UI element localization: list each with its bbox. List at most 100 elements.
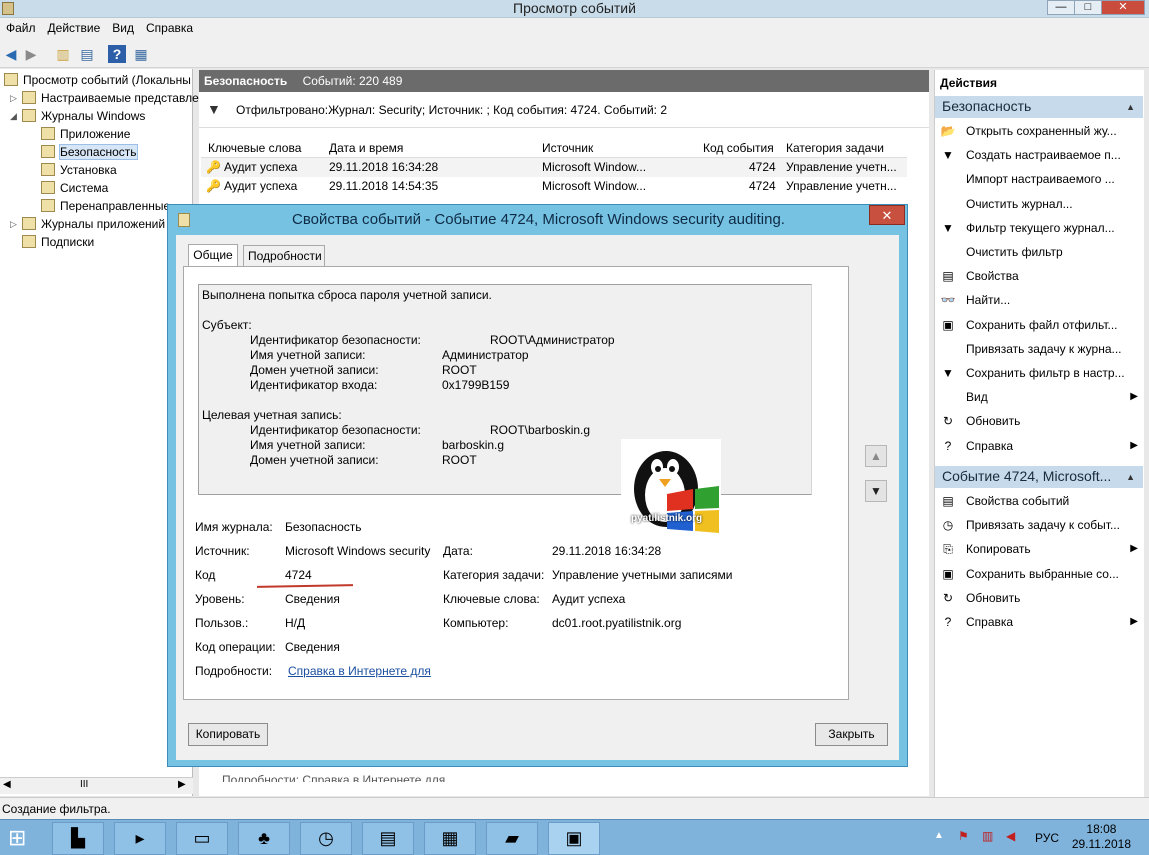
- forward-icon[interactable]: ▶: [22, 45, 40, 63]
- taskbar-books-icon[interactable]: ▰: [486, 822, 538, 855]
- action-item[interactable]: ◷ Привязать задачу к событ...: [940, 513, 1140, 537]
- refresh-icon: ↻: [942, 414, 954, 429]
- tray-language[interactable]: РУС: [1035, 831, 1059, 845]
- back-icon[interactable]: ◀: [2, 45, 20, 63]
- copy-button[interactable]: Копировать: [188, 723, 268, 746]
- menu-view[interactable]: Вид: [106, 18, 140, 38]
- action-item[interactable]: ⎘ Копировать ▶: [940, 537, 1140, 561]
- actions-section-security[interactable]: Безопасность ▲: [935, 96, 1143, 118]
- tree-horizontal-scrollbar[interactable]: ◀ III ▶: [0, 777, 193, 794]
- tray-volume-icon[interactable]: ◀: [1006, 829, 1015, 843]
- action-item[interactable]: ▼ Сохранить фильтр в настр...: [940, 361, 1140, 385]
- maximize-button[interactable]: □: [1074, 0, 1102, 15]
- action-item[interactable]: ↻ Обновить: [940, 586, 1140, 610]
- online-help-link[interactable]: Справка в Интернете для: [288, 664, 431, 678]
- tree-root[interactable]: Просмотр событий (Локальны: [4, 71, 191, 89]
- tray-clock[interactable]: 18:08 29.11.2018: [1072, 822, 1131, 852]
- expand-icon[interactable]: ▷: [10, 215, 17, 233]
- col-source[interactable]: Источник: [542, 141, 593, 155]
- action-label: Создать настраиваемое п...: [966, 148, 1121, 163]
- taskbar-wordpad-icon[interactable]: ▦: [424, 822, 476, 855]
- code-value[interactable]: 4724: [285, 568, 312, 582]
- taskbar-notepad-icon[interactable]: ▤: [362, 822, 414, 855]
- action-item[interactable]: Очистить фильтр: [940, 240, 1140, 264]
- scroll-thumb[interactable]: III: [80, 779, 88, 790]
- menu-help[interactable]: Справка: [140, 18, 199, 38]
- level-label: Уровень:: [195, 592, 245, 606]
- menu-file[interactable]: Файл: [0, 18, 42, 38]
- taskbar-server-manager-icon[interactable]: ▙: [52, 822, 104, 855]
- level-value[interactable]: Сведения: [285, 592, 340, 606]
- show-hide-tree-icon[interactable]: ▤: [78, 45, 96, 63]
- taskbar-powershell-icon[interactable]: ▸: [114, 822, 166, 855]
- taskbar-explorer-icon[interactable]: ▭: [176, 822, 228, 855]
- expand-icon[interactable]: ▷: [10, 89, 17, 107]
- tray-network-icon[interactable]: ▥: [982, 829, 993, 843]
- taskbar-task-scheduler-icon[interactable]: ◷: [300, 822, 352, 855]
- taskbar-event-viewer-icon[interactable]: ▣: [548, 822, 600, 855]
- action-item[interactable]: ▼ Создать настраиваемое п...: [940, 143, 1140, 167]
- start-icon[interactable]: ⊞: [8, 825, 34, 851]
- tree-log-application[interactable]: Приложение: [41, 125, 130, 143]
- help-icon: ?: [944, 438, 952, 453]
- scroll-left-icon[interactable]: ◀: [3, 779, 11, 790]
- table-row[interactable]: 🔑 Аудит успеха 29.11.2018 14:54:35 Micro…: [201, 177, 907, 196]
- action-item[interactable]: Очистить журнал...: [940, 192, 1140, 216]
- action-item[interactable]: ↻ Обновить: [940, 409, 1140, 433]
- action-item[interactable]: Привязать задачу к журна...: [940, 337, 1140, 361]
- close-window-button[interactable]: ✕: [1101, 0, 1145, 15]
- col-keywords[interactable]: Ключевые слова: [208, 141, 301, 155]
- user-value[interactable]: Н/Д: [285, 616, 305, 630]
- collapse-icon[interactable]: ◢: [10, 107, 17, 125]
- keywords-value[interactable]: Аудит успеха: [552, 592, 625, 606]
- action-item[interactable]: ▣ Сохранить файл отфильт...: [940, 313, 1140, 337]
- col-event-code[interactable]: Код события: [703, 141, 774, 155]
- action-item[interactable]: Импорт настраиваемого ...: [940, 167, 1140, 191]
- action-item[interactable]: ▤ Свойства: [940, 264, 1140, 288]
- tree-windows-logs[interactable]: ◢ Журналы Windows: [10, 107, 145, 125]
- category-value[interactable]: Управление учетными записями: [552, 568, 732, 582]
- tree-log-forwarded[interactable]: Перенаправленные: [41, 197, 170, 215]
- tree-log-setup[interactable]: Установка: [41, 161, 117, 179]
- taskbar-network-icon[interactable]: ♣: [238, 822, 290, 855]
- action-item[interactable]: ▣ Сохранить выбранные со...: [940, 562, 1140, 586]
- action-item[interactable]: 📂 Открыть сохраненный жу...: [940, 119, 1140, 143]
- table-row[interactable]: 🔑 Аудит успеха 29.11.2018 16:34:28 Micro…: [201, 158, 907, 177]
- action-item[interactable]: ? Справка ▶: [940, 434, 1140, 458]
- tree-subscriptions[interactable]: Подписки: [22, 233, 94, 251]
- computer-value[interactable]: dc01.root.pyatilistnik.org: [552, 616, 681, 630]
- dialog-close-button[interactable]: ✕: [869, 205, 905, 225]
- tree-log-security[interactable]: Безопасность: [41, 143, 138, 161]
- close-button[interactable]: Закрыть: [815, 723, 888, 746]
- action-item[interactable]: ? Справка ▶: [940, 610, 1140, 634]
- source-value[interactable]: Microsoft Windows security: [285, 544, 430, 558]
- tab-details[interactable]: Подробности: [243, 245, 325, 267]
- tray-flag-icon[interactable]: ⚑: [958, 829, 969, 843]
- tree-log-system[interactable]: Система: [41, 179, 108, 197]
- collapse-icon[interactable]: ▲: [1126, 102, 1135, 112]
- tab-general[interactable]: Общие: [188, 244, 238, 267]
- log-name-value[interactable]: Безопасность: [285, 520, 362, 534]
- action-item[interactable]: 👓 Найти...: [940, 288, 1140, 312]
- actions-section-event[interactable]: Событие 4724, Microsoft... ▲: [935, 466, 1143, 488]
- tree-custom-views[interactable]: ▷ Настраиваемые представле: [10, 89, 199, 107]
- action-item[interactable]: ▼ Фильтр текущего журнал...: [940, 216, 1140, 240]
- opcode-value[interactable]: Сведения: [285, 640, 340, 654]
- action-item[interactable]: ▤ Свойства событий: [940, 489, 1140, 513]
- collapse-icon[interactable]: ▲: [1126, 472, 1135, 482]
- col-category[interactable]: Категория задачи: [786, 141, 884, 155]
- folder-up-icon[interactable]: ▥: [54, 45, 72, 63]
- help-icon[interactable]: ?: [108, 45, 126, 63]
- log-icon: [41, 145, 55, 158]
- action-item[interactable]: Вид ▶: [940, 385, 1140, 409]
- previous-event-button[interactable]: ▲: [865, 445, 887, 467]
- menu-action[interactable]: Действие: [42, 18, 107, 38]
- minimize-button[interactable]: —: [1047, 0, 1075, 15]
- next-event-button[interactable]: ▼: [865, 480, 887, 502]
- show-hide-actions-icon[interactable]: ▦: [132, 45, 150, 63]
- col-datetime[interactable]: Дата и время: [329, 141, 403, 155]
- scroll-right-icon[interactable]: ▶: [178, 779, 186, 790]
- date-value[interactable]: 29.11.2018 16:34:28: [552, 544, 661, 558]
- tray-expand-icon[interactable]: ▲: [934, 830, 944, 841]
- tree-app-logs[interactable]: ▷ Журналы приложений: [10, 215, 165, 233]
